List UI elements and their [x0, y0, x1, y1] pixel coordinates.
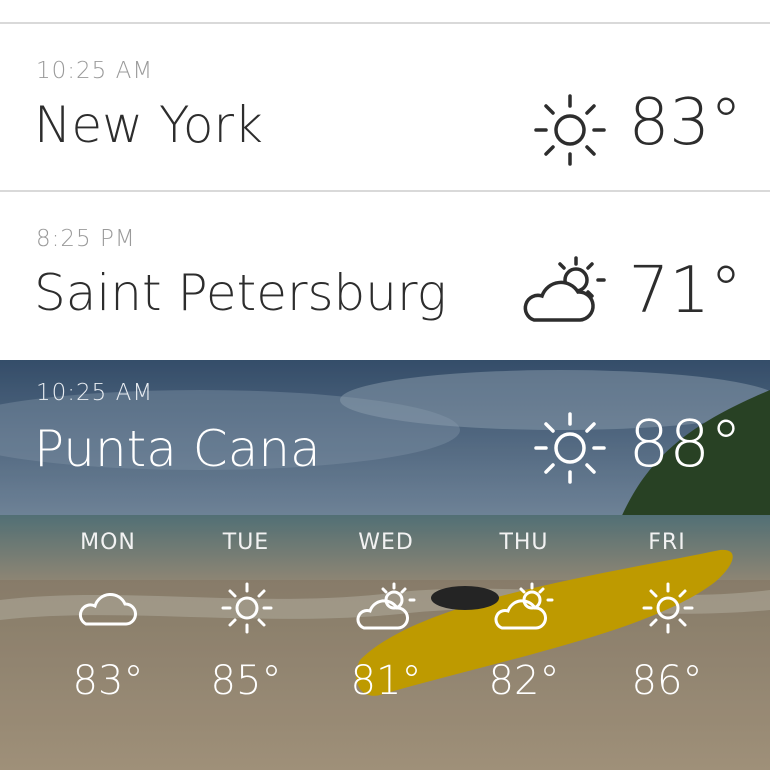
location-city: Saint Petersburg	[34, 264, 447, 322]
partly-cloudy-icon	[494, 578, 556, 642]
top-edge	[0, 0, 770, 24]
forecast-temperature: 86°	[631, 658, 703, 704]
forecast-day-mon: MON 83°	[38, 530, 178, 720]
forecast-day-label: FRI	[648, 530, 686, 555]
five-day-forecast: MON 83° TUE 85° WED 81° THU 82° FRI 86°	[0, 530, 770, 730]
cloud-icon	[78, 578, 140, 642]
location-time: 10:25 AM	[36, 58, 154, 84]
forecast-day-label: MON	[80, 530, 136, 555]
forecast-day-label: THU	[499, 530, 549, 555]
forecast-day-label: TUE	[222, 530, 270, 555]
location-city: New York	[34, 96, 263, 154]
sun-icon	[530, 408, 610, 492]
location-temperature: 88°	[628, 408, 742, 482]
location-time: 8:25 PM	[36, 226, 136, 252]
location-temperature: 71°	[628, 254, 742, 328]
location-card-saint-petersburg[interactable]: 8:25 PM Saint Petersburg 71°	[0, 192, 770, 360]
forecast-day-label: WED	[358, 530, 414, 555]
partly-cloudy-icon	[356, 578, 418, 642]
forecast-temperature: 82°	[488, 658, 560, 704]
forecast-temperature: 85°	[210, 658, 282, 704]
location-temperature: 83°	[628, 86, 742, 160]
sun-icon	[637, 578, 699, 642]
forecast-temperature: 83°	[72, 658, 144, 704]
sun-icon	[216, 578, 278, 642]
sun-icon	[530, 90, 610, 174]
forecast-day-fri: FRI 86°	[597, 530, 737, 720]
forecast-temperature: 81°	[350, 658, 422, 704]
forecast-day-wed: WED 81°	[316, 530, 456, 720]
location-card-new-york[interactable]: 10:25 AM New York 83°	[0, 24, 770, 192]
partly-cloudy-icon	[520, 252, 612, 336]
forecast-day-thu: THU 82°	[454, 530, 594, 720]
location-city: Punta Cana	[34, 420, 321, 478]
location-time: 10:25 AM	[36, 380, 154, 406]
location-card-punta-cana[interactable]: 10:25 AM Punta Cana 88° MON 83° TUE 85° …	[0, 360, 770, 770]
forecast-day-tue: TUE 85°	[176, 530, 316, 720]
